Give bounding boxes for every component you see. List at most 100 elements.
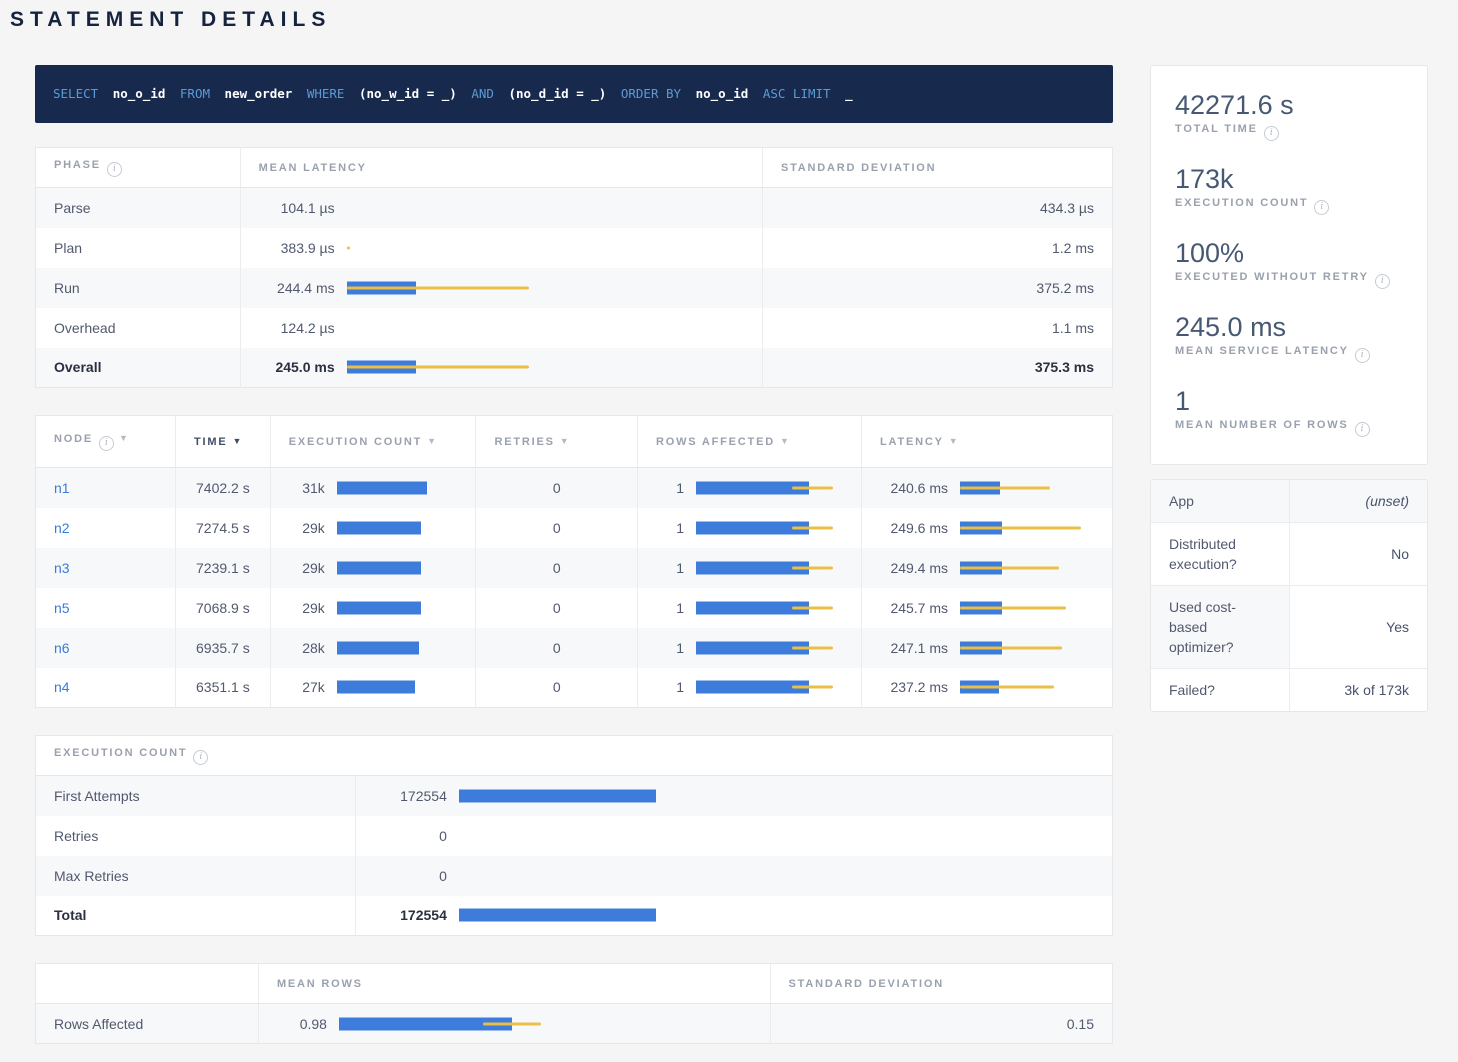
latency-value: 249.6 ms [880, 520, 960, 536]
stddev-whisker [347, 286, 530, 289]
metric-value: 0 [374, 828, 459, 844]
latency-bar [960, 520, 1094, 536]
latency-bar [347, 280, 744, 296]
node-link[interactable]: n3 [54, 560, 70, 576]
execution-count-value: 29k [289, 520, 337, 536]
latency-value: 249.4 ms [880, 560, 960, 576]
node-row: n5 7068.9 s 29k 0 1 245.7 ms [36, 588, 1113, 628]
phase-table: PHASEi MEAN LATENCY STANDARD DEVIATION P… [35, 147, 1113, 388]
stat-item: 100% EXECUTED WITHOUT RETRYi [1175, 238, 1403, 289]
node-link[interactable]: n6 [54, 640, 70, 656]
sql-token: _ [845, 86, 853, 101]
stddev-value: 1.1 ms [762, 308, 1112, 348]
node-link[interactable]: n5 [54, 600, 70, 616]
stddev-value: 434.3 µs [762, 188, 1112, 228]
metric-label: Total [36, 896, 356, 936]
rows-affected-bar [696, 600, 843, 616]
rows-affected-value: 1 [656, 640, 696, 656]
stat-item: 42271.6 s TOTAL TIMEi [1175, 90, 1403, 141]
node-link[interactable]: n2 [54, 520, 70, 536]
detail-row: Failed? 3k of 173k [1151, 669, 1427, 712]
sql-token: new_order [225, 86, 293, 101]
latency-value: 237.2 ms [880, 679, 960, 695]
stat-value: 42271.6 s [1175, 90, 1403, 120]
metric-value: 0 [374, 868, 459, 884]
stat-item: 173k EXECUTION COUNTi [1175, 164, 1403, 215]
sql-token: ORDER BY [621, 86, 681, 101]
rows-affected-value: 1 [656, 480, 696, 496]
latency-bar [960, 560, 1094, 576]
info-icon[interactable]: i [1355, 422, 1370, 437]
stddev-header: STANDARD DEVIATION [770, 964, 1113, 1004]
phase-name: Overall [36, 348, 241, 388]
info-icon[interactable]: i [107, 162, 122, 177]
stddev-value: 375.2 ms [762, 268, 1112, 308]
time-value: 7068.9 s [176, 588, 271, 628]
retries-value: 0 [476, 588, 638, 628]
node-table: NODEi▼ TIME▼ EXECUTION COUNT▼ RETRIES▼ R [35, 415, 1113, 708]
info-icon[interactable]: i [99, 436, 114, 451]
phase-row: Plan 383.9 µs 1.2 ms [36, 228, 1113, 268]
execution-count-row: First Attempts 172554 [36, 776, 1113, 816]
info-icon[interactable]: i [1375, 274, 1390, 289]
node-link[interactable]: n1 [54, 480, 70, 496]
execution-count-value: 29k [289, 560, 337, 576]
sort-arrow-icon: ▼ [119, 433, 130, 443]
metric-label: Retries [36, 816, 356, 856]
rows-affected-bar [696, 480, 843, 496]
phase-name: Parse [36, 188, 241, 228]
sql-token: no_o_id [696, 86, 749, 101]
node-row: n4 6351.1 s 27k 0 1 237.2 ms [36, 668, 1113, 708]
sql-token: (no_w_id = _) [359, 86, 457, 101]
metric-label: Max Retries [36, 856, 356, 896]
retries-value: 0 [476, 668, 638, 708]
stat-label: MEAN NUMBER OF ROWSi [1175, 419, 1403, 437]
retries-value: 0 [476, 508, 638, 548]
statement-details-page: STATEMENT DETAILS SELECT no_o_id FROM ne… [0, 0, 1458, 1044]
stddev-whisker [347, 366, 530, 369]
stat-label: TOTAL TIMEi [1175, 123, 1403, 141]
node-header[interactable]: NODEi▼ [36, 416, 176, 468]
phase-name: Run [36, 268, 241, 308]
detail-label: Failed? [1151, 669, 1289, 712]
latency-header[interactable]: LATENCY▼ [862, 416, 1113, 468]
mean-rows-header: MEAN ROWS [258, 964, 770, 1004]
execution-count-bar [337, 640, 458, 656]
rows-affected-header[interactable]: ROWS AFFECTED▼ [638, 416, 862, 468]
retries-header[interactable]: RETRIES▼ [476, 416, 638, 468]
sql-token: ASC LIMIT [763, 86, 831, 101]
execution-count-header[interactable]: EXECUTION COUNT▼ [270, 416, 476, 468]
stat-label: MEAN SERVICE LATENCYi [1175, 345, 1403, 363]
detail-row: Used cost-based optimizer? Yes [1151, 586, 1427, 669]
node-row: n6 6935.7 s 28k 0 1 247.1 ms [36, 628, 1113, 668]
execution-count-row: Retries 0 [36, 816, 1113, 856]
phase-row: Parse 104.1 µs 434.3 µs [36, 188, 1113, 228]
phase-name: Plan [36, 228, 241, 268]
rows-affected-value: 1 [656, 520, 696, 536]
mean-latency-value: 244.4 ms [259, 280, 347, 296]
rows-affected-bar [696, 640, 843, 656]
execution-count-table: EXECUTION COUNTi First Attempts 172554 R… [35, 735, 1113, 936]
info-icon[interactable]: i [1264, 126, 1279, 141]
stat-item: 245.0 ms MEAN SERVICE LATENCYi [1175, 312, 1403, 363]
blank-header [36, 964, 259, 1004]
rows-affected-table: MEAN ROWS STANDARD DEVIATION Rows Affect… [35, 963, 1113, 1044]
info-icon[interactable]: i [1355, 348, 1370, 363]
statement-details-panel: App (unset) Distributed execution? No Us… [1150, 479, 1428, 712]
sql-token: FROM [180, 86, 210, 101]
node-row: n3 7239.1 s 29k 0 1 249.4 ms [36, 548, 1113, 588]
page-title: STATEMENT DETAILS [10, 8, 1458, 32]
metric-bar [459, 907, 1094, 923]
metric-bar [459, 788, 1094, 804]
latency-value: 247.1 ms [880, 640, 960, 656]
time-value: 7402.2 s [176, 468, 271, 508]
rows-affected-value: 1 [656, 679, 696, 695]
execution-count-bar [337, 679, 458, 695]
node-link[interactable]: n4 [54, 679, 70, 695]
time-header[interactable]: TIME▼ [176, 416, 271, 468]
info-icon[interactable]: i [1314, 200, 1329, 215]
latency-bar [960, 679, 1094, 695]
info-icon[interactable]: i [193, 750, 208, 765]
stat-label: EXECUTION COUNTi [1175, 197, 1403, 215]
sql-token: WHERE [307, 86, 345, 101]
